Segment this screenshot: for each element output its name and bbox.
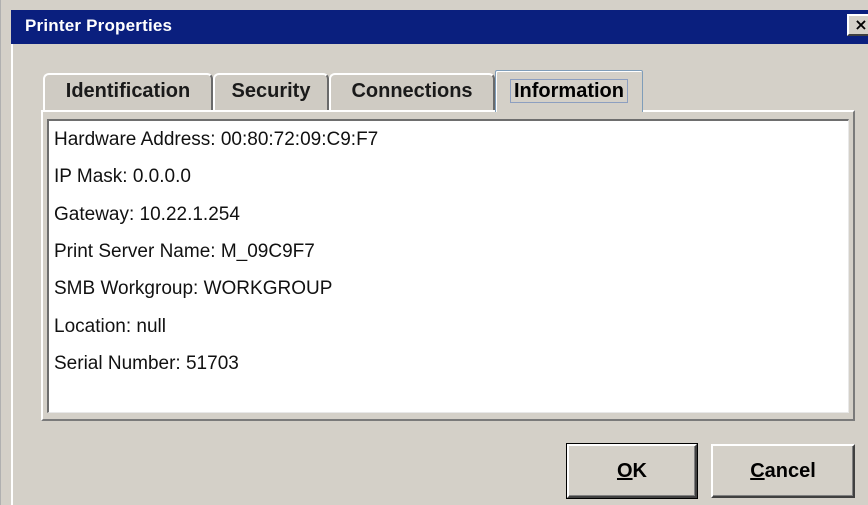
location-line: Location: null bbox=[54, 316, 166, 337]
tab-security-label: Security bbox=[231, 80, 311, 102]
cancel-button[interactable]: Cancel bbox=[711, 444, 855, 498]
cancel-mnemonic: C bbox=[750, 460, 765, 482]
print-server-name-line: Print Server Name: M_09C9F7 bbox=[54, 241, 315, 262]
ip-mask-line: IP Mask: 0.0.0.0 bbox=[54, 166, 191, 187]
printer-properties-dialog: Printer Properties × Identification Secu… bbox=[0, 0, 868, 505]
tab-information[interactable]: Information bbox=[495, 70, 643, 112]
tab-identification-label: Identification bbox=[65, 80, 191, 102]
ok-label-rest: K bbox=[632, 460, 647, 482]
information-panel: Hardware Address: 00:80:72:09:C9:F7 IP M… bbox=[41, 110, 855, 421]
information-text-area[interactable]: Hardware Address: 00:80:72:09:C9:F7 IP M… bbox=[47, 119, 849, 413]
cancel-label-rest: ancel bbox=[764, 460, 816, 482]
tab-information-label: Information bbox=[510, 79, 628, 103]
tab-connections[interactable]: Connections bbox=[329, 73, 495, 111]
window-title: Printer Properties bbox=[25, 16, 173, 35]
title-bar[interactable]: Printer Properties × bbox=[11, 10, 868, 44]
hardware-address-line: Hardware Address: 00:80:72:09:C9:F7 bbox=[54, 129, 379, 150]
tab-identification[interactable]: Identification bbox=[43, 73, 213, 111]
close-icon[interactable]: × bbox=[847, 14, 868, 36]
ok-mnemonic: O bbox=[616, 460, 633, 482]
tab-security[interactable]: Security bbox=[213, 73, 329, 111]
smb-workgroup-line: SMB Workgroup: WORKGROUP bbox=[54, 278, 333, 299]
tab-connections-label: Connections bbox=[351, 80, 473, 102]
gateway-line: Gateway: 10.22.1.254 bbox=[54, 204, 240, 225]
ok-button[interactable]: OK bbox=[566, 443, 698, 499]
serial-number-line: Serial Number: 51703 bbox=[54, 353, 239, 374]
